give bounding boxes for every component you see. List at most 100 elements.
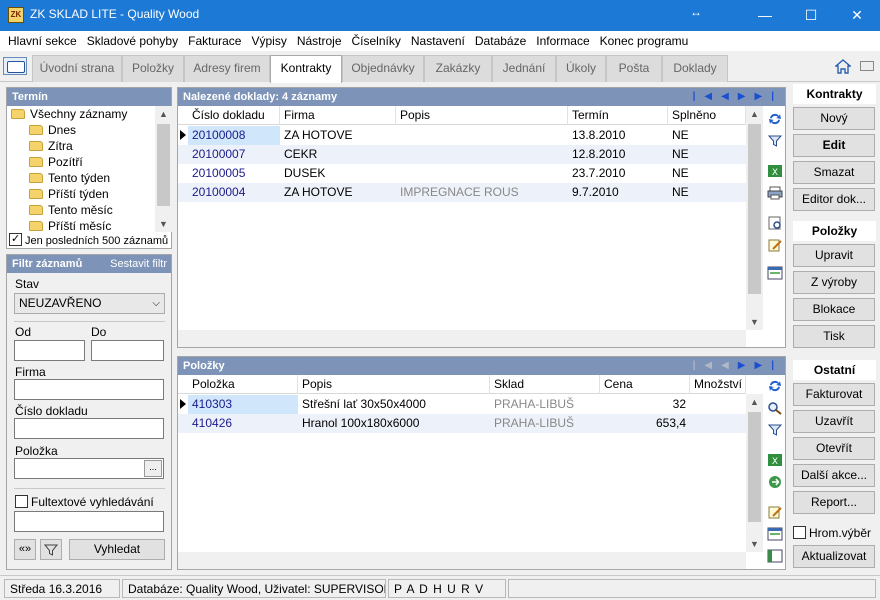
cell-sklad[interactable]: PRAHA-LIBUŠ [490,414,600,433]
cell-mnozstvi[interactable] [690,414,746,433]
col-popis[interactable]: Popis [396,106,568,125]
checkbox-unchecked-icon[interactable] [793,526,806,539]
table-row[interactable]: 20100008 ZA HOTOVE 13.8.2010 NE [178,126,746,145]
cell-sklad[interactable]: PRAHA-LIBUŠ [490,395,600,414]
tree-item-zitra[interactable]: Zítra [7,138,155,154]
uzavrit-button[interactable]: Uzavřít [793,410,875,433]
tree-scrollbar[interactable]: ▲ ▼ [155,106,172,232]
cell-termin[interactable]: 23.7.2010 [568,164,668,183]
tree-item-tento-mesic[interactable]: Tento měsíc [7,202,155,218]
filter-funnel-button[interactable] [40,539,62,560]
delete-button[interactable]: Smazat [793,161,875,184]
table-row[interactable]: 410303 Střešní lať 30x50x4000 PRAHA-LIBU… [178,395,746,414]
tab-ukoly[interactable]: Úkoly [556,55,606,82]
polozka-input[interactable] [14,458,164,479]
home-icon[interactable] [835,59,851,74]
funnel-icon[interactable] [767,134,783,148]
new-button[interactable]: Nový [793,107,875,130]
search-button[interactable]: Vyhledat [69,539,165,560]
checkbox-checked-icon[interactable] [9,232,22,246]
z-vyroby-button[interactable]: Z výroby [793,271,875,294]
cell-cislo[interactable]: 20100004 [188,183,280,202]
documents-vscrollbar[interactable]: ▲ ▼ [746,106,763,330]
cell-cislo[interactable]: 20100005 [188,164,280,183]
col-popis[interactable]: Popis [298,375,490,394]
console-icon[interactable] [767,549,783,563]
stav-select[interactable]: NEUZAVŘENO ⌵ [14,293,165,314]
documents-scroll-thumb[interactable] [748,124,761,294]
cell-polozka[interactable]: 410426 [188,414,298,433]
table-row[interactable]: 20100005 DUSEK 23.7.2010 NE [178,164,746,183]
checkbox-unchecked-icon[interactable] [15,495,28,508]
menu-skladove-pohyby[interactable]: Skladové pohyby [83,31,182,48]
tree-item-vsechny[interactable]: Všechny záznamy [7,106,155,122]
cell-cena[interactable]: 32 [600,395,690,414]
blokace-button[interactable]: Blokace [793,298,875,321]
tree-item-pozitri[interactable]: Pozítří [7,154,155,170]
export-icon[interactable] [767,475,783,489]
menu-nastroje[interactable]: Nástroje [293,31,346,48]
maximize-button[interactable]: ☐ [788,0,834,31]
cell-firma[interactable]: CEKR [280,145,396,164]
tab-list-icon[interactable] [860,61,874,71]
minimize-button[interactable]: — [742,0,788,31]
hromadny-vyber-checkbox[interactable]: Hrom.výběr [793,526,871,540]
firma-input[interactable] [14,379,164,400]
scroll-down-icon[interactable]: ▼ [746,314,763,330]
tab-adresy-firem[interactable]: Adresy firem [184,55,270,82]
tab-zakazky[interactable]: Zakázky [424,55,492,82]
cell-polozka[interactable]: 410303 [188,395,298,414]
scroll-down-icon[interactable]: ▼ [746,536,763,552]
tab-uvodni-strana[interactable]: Úvodní strana [32,55,122,82]
table-row[interactable]: 410426 Hranol 100x180x6000 PRAHA-LIBUŠ 6… [178,414,746,433]
refresh-icon[interactable] [767,379,783,393]
tab-doklady[interactable]: Doklady [662,55,728,82]
cell-firma[interactable]: DUSEK [280,164,396,183]
cell-popis[interactable]: Hranol 100x180x6000 [298,414,490,433]
col-sklad[interactable]: Sklad [490,375,600,394]
do-date-input[interactable] [91,340,164,361]
title-bar[interactable]: ZK ZK SKLAD LITE - Quality Wood ↔ — ☐ ✕ [0,0,880,31]
menu-nastaveni[interactable]: Nastavení [407,31,469,48]
prev-record-icon[interactable]: ◀ [721,360,738,371]
menu-databaze[interactable]: Databáze [471,31,530,48]
scroll-up-icon[interactable]: ▲ [746,106,763,122]
cell-termin[interactable]: 13.8.2010 [568,126,668,145]
col-mnozstvi[interactable]: Množství [690,375,746,394]
menu-informace[interactable]: Informace [532,31,593,48]
layout-icon[interactable] [767,527,783,541]
fakturovat-button[interactable]: Fakturovat [793,383,875,406]
cell-termin[interactable]: 12.8.2010 [568,145,668,164]
cell-termin[interactable]: 9.7.2010 [568,183,668,202]
cell-popis[interactable] [396,145,568,164]
items-hscrollbar[interactable] [178,552,746,569]
cell-splneno[interactable]: NE [668,126,746,145]
tree-item-tento-tyden[interactable]: Tento týden [7,170,155,186]
menu-vypisy[interactable]: Výpisy [247,31,290,48]
cell-cislo[interactable]: 20100008 [188,126,280,145]
cell-popis[interactable]: Střešní lať 30x50x4000 [298,395,490,414]
tree-item-pristi-tyden[interactable]: Příští týden [7,186,155,202]
od-date-input[interactable] [14,340,85,361]
document-editor-button[interactable]: Editor dok... [793,188,875,211]
first-record-icon[interactable]: |◀ [693,360,722,371]
cell-splneno[interactable]: NE [668,183,746,202]
preview-icon[interactable] [767,216,783,230]
items-scroll-thumb[interactable] [748,412,761,522]
fulltext-checkbox[interactable]: Fultextové vyhledávání [15,495,154,509]
menu-ciselniky[interactable]: Číselníky [348,31,405,48]
cell-popis[interactable] [396,164,568,183]
tab-posta[interactable]: Pošta [606,55,662,82]
scroll-down-icon[interactable]: ▼ [155,216,172,232]
tree-item-dnes[interactable]: Dnes [7,122,155,138]
cell-firma[interactable]: ZA HOTOVE [280,126,396,145]
expand-filter-button[interactable]: «» [14,539,36,560]
menu-hlavni-sekce[interactable]: Hlavní sekce [4,31,81,48]
table-row[interactable]: 20100004 ZA HOTOVE IMPREGNACE ROUS 9.7.2… [178,183,746,202]
excel-export-icon[interactable]: X [767,453,783,467]
col-cena[interactable]: Cena [600,375,690,394]
edit-note-icon[interactable] [767,238,783,252]
dalsi-akce-button[interactable]: Další akce... [793,464,875,487]
first-record-icon[interactable]: |◀ [693,91,722,102]
scroll-up-icon[interactable]: ▲ [746,394,763,410]
